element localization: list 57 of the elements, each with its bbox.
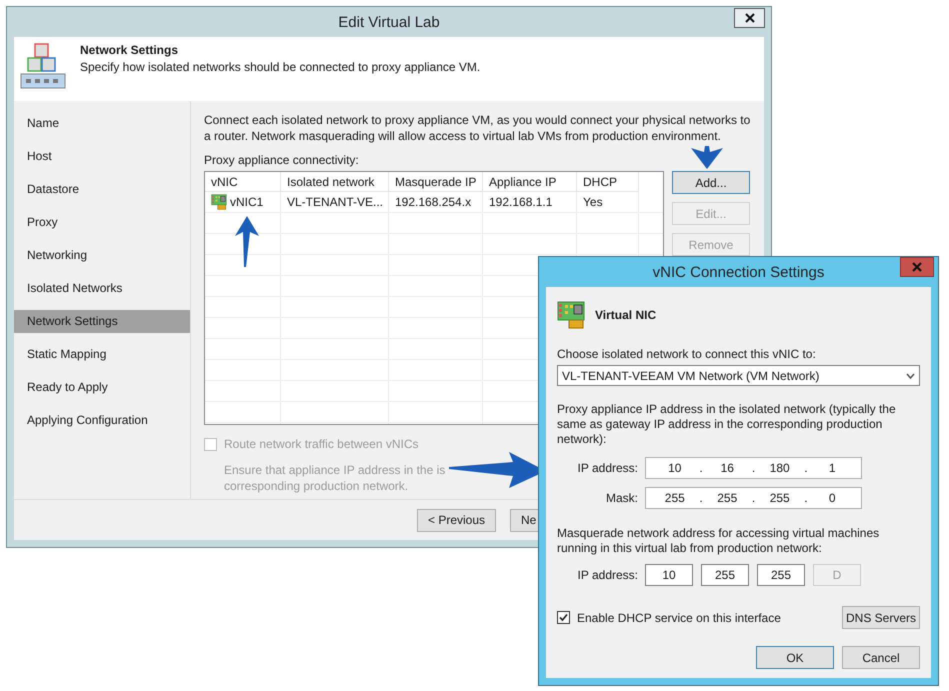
dialog-button[interactable]: OK <box>756 646 834 669</box>
wizard-step[interactable]: Applying Configuration <box>14 409 190 432</box>
ip-address-field[interactable]: 10 . 16 . 180 . 1 <box>645 457 862 479</box>
page-subtitle: Specify how isolated networks should be connected to proxy appliance VM. <box>80 60 480 74</box>
dialog-title: vNIC Connection Settings <box>652 264 824 280</box>
table-label: Proxy appliance connectivity: <box>204 153 359 167</box>
column-header[interactable]: vNIC <box>205 172 281 192</box>
table-cell-text: 192.168.254.x <box>395 194 472 210</box>
field-label: IP address: <box>576 568 638 582</box>
octet-field[interactable]: 255 <box>757 564 805 586</box>
ip-address-field[interactable]: 255 . 255 . 255 . 0 <box>645 487 862 509</box>
network-card-icon <box>211 194 228 210</box>
wizard-nav-button[interactable]: < Previous <box>417 508 496 532</box>
window-title: Edit Virtual Lab <box>338 14 440 30</box>
column-header[interactable]: Appliance IP <box>483 172 577 192</box>
octet-field[interactable]: 10 <box>645 564 693 586</box>
description-text: Connect each isolated network to proxy appliance VM, as you would connect your physical networks to a router. Network masquerading will allow access to virtual lab VMs from production environment. <box>204 112 752 144</box>
wizard-step[interactable]: Proxy <box>14 211 190 234</box>
table-cell-text: Yes <box>583 194 603 210</box>
octet-field[interactable]: 255 <box>701 564 749 586</box>
close-icon <box>912 262 922 272</box>
annotation-arrow <box>234 216 260 268</box>
dialog-button[interactable]: Cancel <box>842 646 920 669</box>
dns-servers-button[interactable]: DNS Servers <box>842 606 920 629</box>
close-button[interactable] <box>734 8 765 28</box>
network-card-icon <box>557 301 587 329</box>
instruction-text: Proxy appliance IP address in the isolated network (typically the same as gateway IP address in the corresponding production network): <box>557 402 897 447</box>
wizard-step[interactable]: Datastore <box>14 178 190 201</box>
column-header[interactable]: Isolated network <box>281 172 389 192</box>
wizard-step[interactable]: Isolated Networks <box>14 277 190 300</box>
dhcp-checkbox[interactable] <box>557 611 570 624</box>
table-action-button[interactable]: Add... <box>672 171 750 194</box>
column-header[interactable]: DHCP <box>577 172 639 192</box>
network-dropdown[interactable]: VL-TENANT-VEEAM VM Network (VM Network) <box>557 365 920 386</box>
field-label: Mask: <box>604 491 638 505</box>
instruction-text: Masquerade network address for accessing virtual machines running in this virtual lab from production network: <box>557 526 880 556</box>
route-note: Ensure that appliance IP address in the is corresponding production network. <box>224 462 446 494</box>
chevron-down-icon <box>906 372 915 378</box>
table-cell-text: 192.168.1.1 <box>489 194 552 210</box>
wizard-step[interactable]: Ready to Apply <box>14 376 190 399</box>
network-nodes-icon <box>20 43 66 89</box>
section-heading: Virtual NIC <box>595 308 656 322</box>
checkbox-label: Enable DHCP service on this interface <box>577 610 781 624</box>
page-heading: Network Settings <box>80 43 180 57</box>
wizard-step[interactable]: Host <box>14 145 190 168</box>
wizard-step[interactable]: Network Settings <box>14 310 190 333</box>
wizard-step[interactable]: Name <box>14 112 190 135</box>
wizard-step[interactable]: Static Mapping <box>14 343 190 366</box>
table-cell-text: vNIC1 <box>230 194 264 210</box>
field-label: Choose isolated network to connect this vNIC to: <box>557 347 817 361</box>
field-label: IP address: <box>576 461 638 475</box>
table-cell-text: VL-TENANT-VE... <box>287 194 384 210</box>
wizard-step[interactable]: Networking <box>14 244 190 267</box>
checkbox-label: Route network traffic between vNICs <box>224 437 419 451</box>
annotation-arrow <box>690 146 724 170</box>
close-icon <box>744 13 754 23</box>
column-header[interactable]: Masquerade IP <box>389 172 483 192</box>
